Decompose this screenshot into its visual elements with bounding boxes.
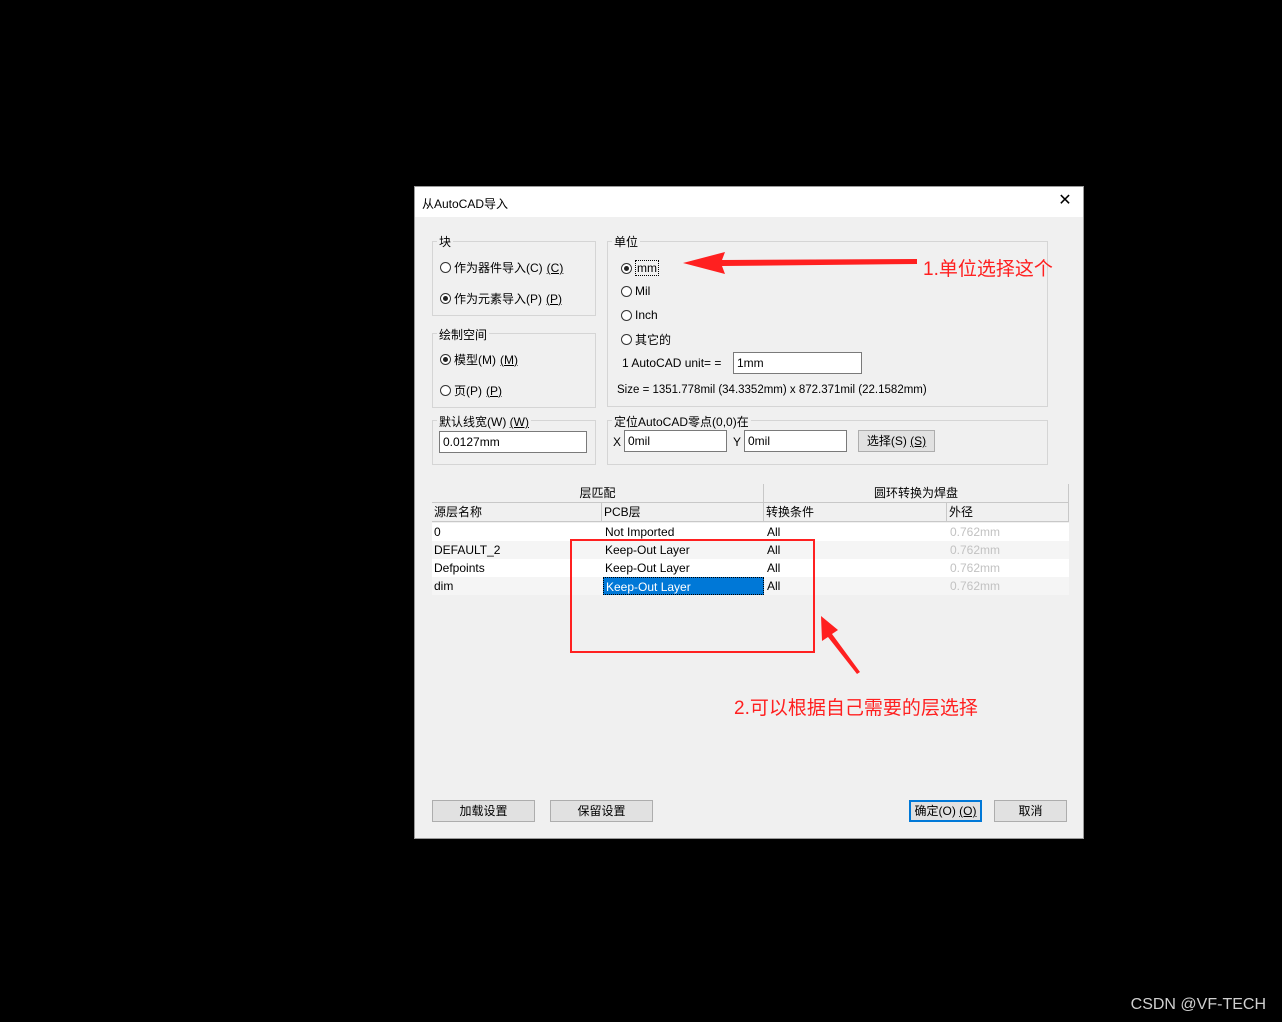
annotation-note-2: 2.可以根据自己需要的层选择 [734,698,978,719]
annotation-overlay [570,252,917,674]
arrow-2-icon [821,616,860,674]
annotation-note-1: 1.单位选择这个 [923,259,1053,280]
watermark: CSDN @VF-TECH [1130,996,1266,1013]
highlight-box [570,539,815,653]
arrow-1-icon [683,252,917,274]
